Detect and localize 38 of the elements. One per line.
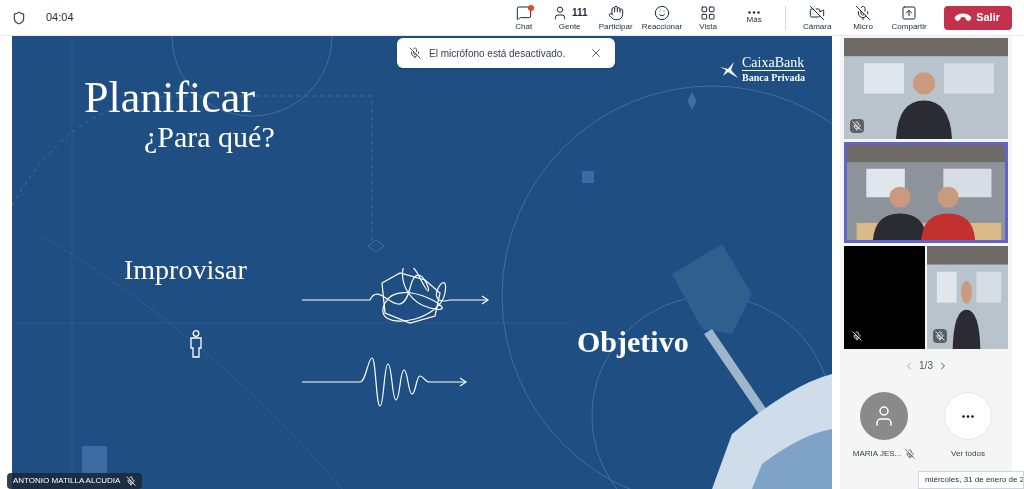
meeting-timer: 04:04 xyxy=(46,10,74,26)
more-button[interactable] xyxy=(944,392,992,440)
date-tooltip: miércoles, 31 de enero de 2 xyxy=(918,471,1024,489)
notification-text: El micrófono está desactivado. xyxy=(429,46,567,61)
toolbar-button[interactable]: Vista xyxy=(688,0,729,36)
slide-label: Improvisar xyxy=(124,253,247,287)
camera-off-icon xyxy=(809,4,826,21)
participant-count: 111 xyxy=(571,6,588,20)
shield-icon xyxy=(12,10,26,25)
presenter-name: ANTONIO MATILLA ALCUDIA xyxy=(13,475,121,487)
close-button[interactable] xyxy=(589,46,603,60)
microphone-off-icon xyxy=(409,47,421,59)
participant-name: Ver todos xyxy=(951,448,985,460)
toolbar-button[interactable]: Compartir xyxy=(889,0,930,36)
person-icon xyxy=(188,330,204,358)
toolbar-button[interactable]: Cámara xyxy=(797,0,838,36)
toolbar-button[interactable]: Micro xyxy=(843,0,884,36)
more-icon xyxy=(962,414,974,418)
leave-button[interactable]: Salir xyxy=(944,5,1012,30)
page-indicator: 1/3 xyxy=(919,359,933,373)
toolbar-button[interactable]: Más xyxy=(734,0,775,36)
smiley-icon xyxy=(653,4,670,21)
toolbar-button[interactable]: Participar xyxy=(595,0,636,36)
more-icon xyxy=(748,11,761,14)
microphone-off-icon xyxy=(855,4,872,21)
slide-label: Objetivo xyxy=(577,324,689,360)
share-icon xyxy=(901,4,918,21)
chat-icon xyxy=(515,4,532,21)
grid-icon xyxy=(700,4,717,21)
avatar[interactable] xyxy=(860,392,908,440)
toolbar-button[interactable]: Chat xyxy=(503,0,544,36)
star-logo-icon xyxy=(720,61,738,78)
hand-icon xyxy=(607,4,624,21)
brand-subtitle: Banca Privada xyxy=(742,73,806,83)
participant-name: MARIA JES... xyxy=(852,448,902,460)
brand-name: CaixaBank xyxy=(742,56,806,71)
toolbar-button[interactable]: 111 Gente xyxy=(549,0,590,36)
toolbar-button[interactable]: Reaccionar xyxy=(641,0,683,36)
